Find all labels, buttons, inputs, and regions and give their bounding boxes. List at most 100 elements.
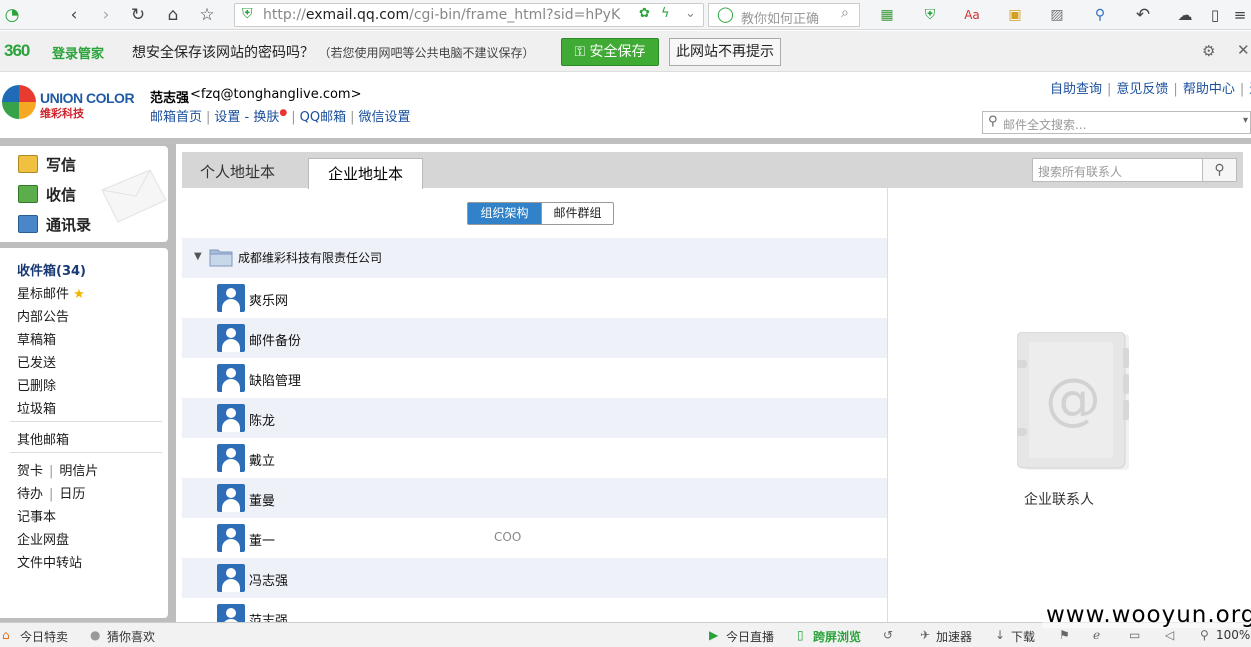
contact-name: 戴立: [249, 454, 276, 469]
new-dot-icon: ●: [279, 108, 288, 118]
contact-search-input[interactable]: 搜索所有联系人 ⚲: [1032, 158, 1237, 182]
secure-save-button[interactable]: ⚿ 安全保存: [561, 38, 659, 66]
contact-row[interactable]: 戴立: [182, 438, 887, 478]
contact-row[interactable]: 陈龙: [182, 398, 887, 438]
folder-trash[interactable]: 垃圾箱: [17, 398, 56, 417]
screenshot-icon[interactable]: ▨: [1047, 5, 1067, 25]
back-icon[interactable]: ‹: [64, 5, 84, 25]
contact-row[interactable]: 邮件备份: [182, 318, 887, 358]
panel-divider: [887, 188, 888, 622]
lightning-icon: ϟ: [661, 6, 670, 21]
download-link[interactable]: 下载: [1011, 628, 1035, 645]
browser-search[interactable]: ◯ 教你如何正确 ⌕: [708, 3, 860, 27]
contact-row[interactable]: 缺陷管理: [182, 358, 887, 398]
brand-360-logo: 360: [4, 41, 30, 60]
contact-avatar-icon: [217, 444, 245, 472]
contacts-button[interactable]: 通讯录: [18, 214, 91, 235]
contact-avatar-icon: [217, 364, 245, 392]
fulltext-search-input[interactable]: ⚲ 邮件全文搜索... ▾: [982, 111, 1251, 134]
flag-icon[interactable]: ⚑: [1059, 628, 1070, 642]
refresh-icon[interactable]: ↻: [128, 5, 148, 25]
nav-skin[interactable]: 换肤: [253, 110, 279, 125]
link-self-help[interactable]: 自助查询: [1050, 82, 1102, 97]
contacts-icon: [18, 215, 38, 233]
ie-icon[interactable]: ℯ: [1093, 628, 1100, 642]
cloud-icon[interactable]: ☁: [1175, 5, 1195, 25]
nav-qqmail[interactable]: QQ邮箱: [300, 110, 346, 125]
dont-ask-button[interactable]: 此网站不再提示: [669, 38, 781, 66]
folder-icon: [209, 249, 233, 267]
mail-header: UNION COLOR 维彩科技 范志强 <fzq@tonghanglive.c…: [0, 73, 1251, 141]
nav-home[interactable]: 邮箱首页: [150, 110, 202, 125]
history-icon[interactable]: ↺: [883, 628, 893, 642]
nav-wechat[interactable]: 微信设置: [359, 110, 411, 125]
contact-row[interactable]: 爽乐网: [182, 278, 887, 318]
close-icon[interactable]: ✕: [1237, 41, 1250, 59]
folder-notice[interactable]: 内部公告: [17, 306, 69, 325]
link-transfer[interactable]: 文件中转站: [17, 552, 82, 571]
contact-avatar-icon: [217, 324, 245, 352]
undo-icon[interactable]: ↶: [1133, 5, 1153, 25]
menu-icon[interactable]: ≡: [1230, 5, 1250, 25]
link-todo[interactable]: 待办: [17, 487, 43, 502]
volume-icon[interactable]: ◁: [1165, 628, 1174, 642]
folder-sent[interactable]: 已发送: [17, 352, 56, 371]
expand-arrow-icon[interactable]: ▼: [194, 251, 202, 262]
deals-link[interactable]: 今日特卖: [20, 628, 68, 645]
address-book-tabs: 个人地址本 企业地址本 搜索所有联系人 ⚲: [182, 152, 1243, 189]
translate-icon[interactable]: Aa: [962, 5, 982, 25]
settings-gear-icon[interactable]: ⚙: [1202, 42, 1215, 60]
address-bar[interactable]: ⛨ http://exmail.qq.com/cgi-bin/frame_htm…: [234, 3, 704, 27]
home-icon[interactable]: ⌂: [163, 5, 183, 25]
org-structure-button[interactable]: 组织架构: [468, 203, 541, 224]
view-switch: 组织架构 邮件群组: [467, 202, 614, 225]
tab-company-contacts[interactable]: 企业地址本: [308, 158, 423, 189]
contact-row[interactable]: 冯志强: [182, 558, 887, 598]
folder-other[interactable]: 其他邮箱: [17, 429, 69, 448]
key-icon: ⚿: [574, 44, 590, 60]
window-icon[interactable]: ▭: [1129, 628, 1140, 642]
phone-icon[interactable]: ▯: [1205, 5, 1225, 25]
zoom-level[interactable]: 100%: [1216, 628, 1250, 642]
link-help[interactable]: 帮助中心: [1183, 82, 1235, 97]
mail-group-button[interactable]: 邮件群组: [541, 203, 613, 224]
user-icon[interactable]: ⚲: [1090, 5, 1110, 25]
contact-row[interactable]: 范志强: [182, 598, 887, 622]
receive-button[interactable]: 收信: [18, 184, 76, 205]
contact-name: 邮件备份: [249, 334, 302, 349]
link-card[interactable]: 贺卡: [17, 464, 43, 479]
tools-icon[interactable]: ▣: [1005, 5, 1025, 25]
org-node[interactable]: ▼ 成都维彩科技有限责任公司: [182, 238, 887, 278]
folder-starred[interactable]: 星标邮件 ★: [17, 283, 85, 302]
bookmark-star-icon[interactable]: ☆: [197, 5, 217, 25]
tab-personal-contacts[interactable]: 个人地址本: [200, 161, 275, 182]
link-calendar[interactable]: 日历: [59, 487, 85, 502]
folder-deleted[interactable]: 已删除: [17, 375, 56, 394]
accelerator-link[interactable]: 加速器: [936, 628, 972, 645]
watermark: www.wooyun.org: [1042, 602, 1251, 628]
phone-icon: ▯: [797, 628, 804, 642]
forward-icon[interactable]: ›: [96, 5, 116, 25]
nav-settings[interactable]: 设置: [214, 110, 240, 125]
guess-link[interactable]: 猜你喜欢: [107, 628, 155, 645]
apps-icon[interactable]: ▦: [877, 5, 897, 25]
link-feedback[interactable]: 意见反馈: [1116, 82, 1168, 97]
search-text: 教你如何正确: [741, 12, 820, 27]
search-icon[interactable]: ⌕: [841, 5, 849, 21]
dropdown-chevron-icon[interactable]: ⌄: [685, 6, 696, 21]
live-link[interactable]: 今日直播: [726, 628, 774, 645]
contact-row[interactable]: 董一 COO: [182, 518, 887, 558]
link-notes[interactable]: 记事本: [17, 506, 56, 525]
mail-nav: 邮箱首页 | 设置 - 换肤● | QQ邮箱 | 微信设置: [150, 108, 411, 125]
compose-button[interactable]: 写信: [18, 154, 76, 175]
folder-inbox[interactable]: 收件箱(34): [17, 260, 86, 279]
search-icon[interactable]: ⚲: [1202, 159, 1236, 181]
contact-row[interactable]: 董曼: [182, 478, 887, 518]
folder-drafts[interactable]: 草稿箱: [17, 329, 56, 348]
speed-icon: ✿: [639, 6, 650, 21]
safety-icon[interactable]: ⛨: [920, 5, 940, 25]
link-postcard[interactable]: 明信片: [59, 464, 98, 479]
cross-screen-link[interactable]: 跨屏浏览: [813, 628, 861, 645]
chevron-down-icon[interactable]: ▾: [1243, 115, 1248, 126]
link-disk[interactable]: 企业网盘: [17, 529, 69, 548]
